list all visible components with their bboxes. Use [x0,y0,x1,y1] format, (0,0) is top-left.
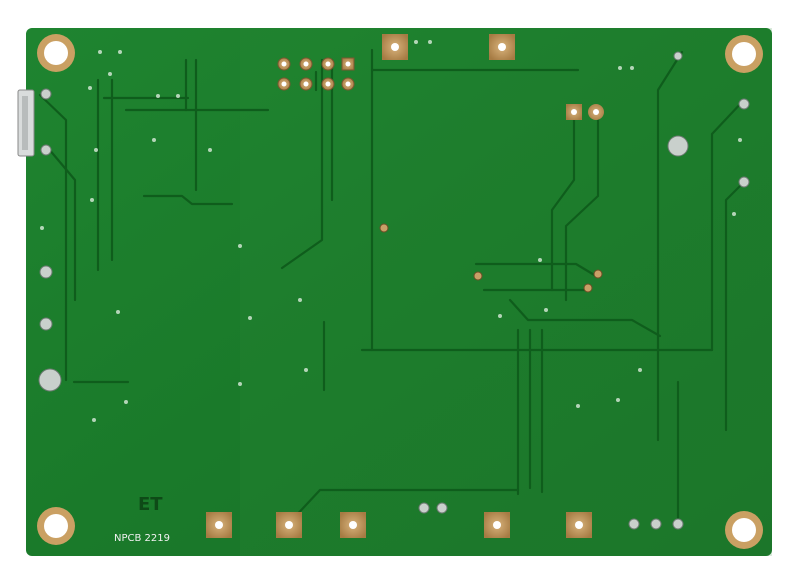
silkscreen-label: NPCB 2219 [114,533,170,544]
pcb-illustration: ET NPCB 2219 [17,28,772,556]
pcb-board-sheen [240,28,772,556]
svg-text:ET: ET [138,494,163,515]
silkscreen-logo: ET [138,494,163,515]
pcb-photo: ET NPCB 2219 [0,0,800,584]
